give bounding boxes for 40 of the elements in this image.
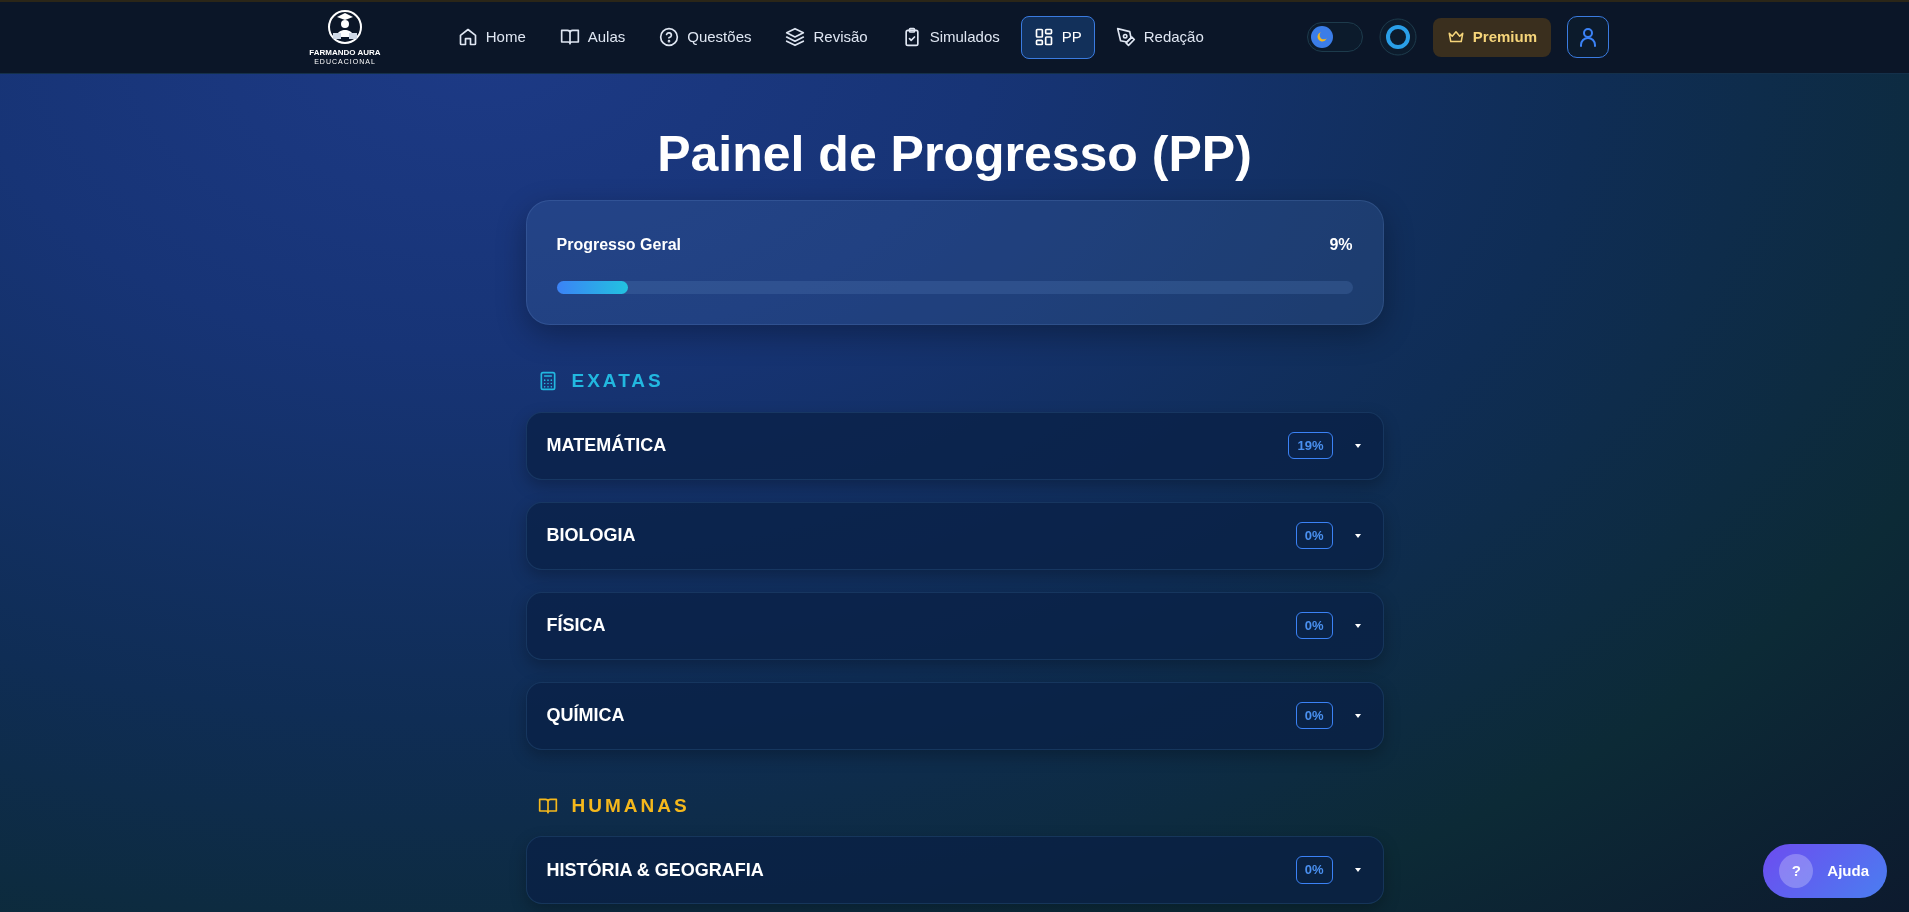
subject-name: FÍSICA (546, 613, 606, 637)
logo-icon (327, 9, 363, 46)
subject-percent: 0% (1295, 611, 1333, 640)
nav-tab[interactable]: Questões (646, 16, 765, 59)
nav-tab[interactable]: Revisão (772, 16, 881, 59)
progress-percent: 9% (1329, 235, 1353, 255)
theme-toggle[interactable] (1306, 22, 1363, 53)
progress-label: Progresso Geral (556, 235, 681, 255)
subject-percent: 0% (1295, 521, 1333, 550)
section-title: HUMANAS (571, 793, 690, 818)
nav-tab[interactable]: PP (1020, 16, 1095, 59)
subject-percent: 0% (1295, 856, 1333, 884)
subject-row[interactable]: HISTÓRIA & GEOGRAFIA 0% (525, 836, 1384, 904)
subject-name: MATEMÁTICA (546, 433, 667, 457)
user-button[interactable] (1567, 16, 1609, 59)
question-icon (659, 27, 680, 48)
grid-icon (1033, 27, 1054, 48)
nav-tab[interactable]: Aulas (546, 16, 639, 59)
subject-percent: 0% (1295, 701, 1333, 730)
loading-ring-icon (1378, 18, 1417, 57)
subject-name: QUÍMICA (546, 703, 625, 727)
subject-row[interactable]: BIOLOGIA 0% (525, 501, 1384, 570)
subject-row[interactable]: FÍSICA 0% (525, 591, 1384, 660)
home-icon (457, 27, 478, 48)
subject-row[interactable]: MATEMÁTICA 19% (525, 411, 1384, 480)
subject-row[interactable]: QUÍMICA 0% (525, 681, 1384, 750)
help-icon: ? (1779, 854, 1814, 888)
layers-icon (785, 27, 806, 48)
subject-name: BIOLOGIA (546, 524, 636, 547)
page-title: Painel de Progresso (PP) (656, 125, 1253, 184)
help-button[interactable]: ? Ajuda (1763, 844, 1887, 898)
nav-tab[interactable]: Home (444, 16, 539, 59)
premium-button[interactable]: Premium (1432, 18, 1551, 57)
section-title: EXATAS (571, 369, 664, 393)
nav-tab[interactable]: Redação (1102, 16, 1217, 59)
pen-icon (1115, 27, 1136, 48)
brand-name: FARMANDO AURA (309, 49, 381, 59)
subject-name: HISTÓRIA & GEOGRAFIA (546, 858, 764, 882)
subject-percent: 19% (1288, 431, 1333, 460)
nav-tab[interactable]: Simulados (888, 16, 1013, 59)
